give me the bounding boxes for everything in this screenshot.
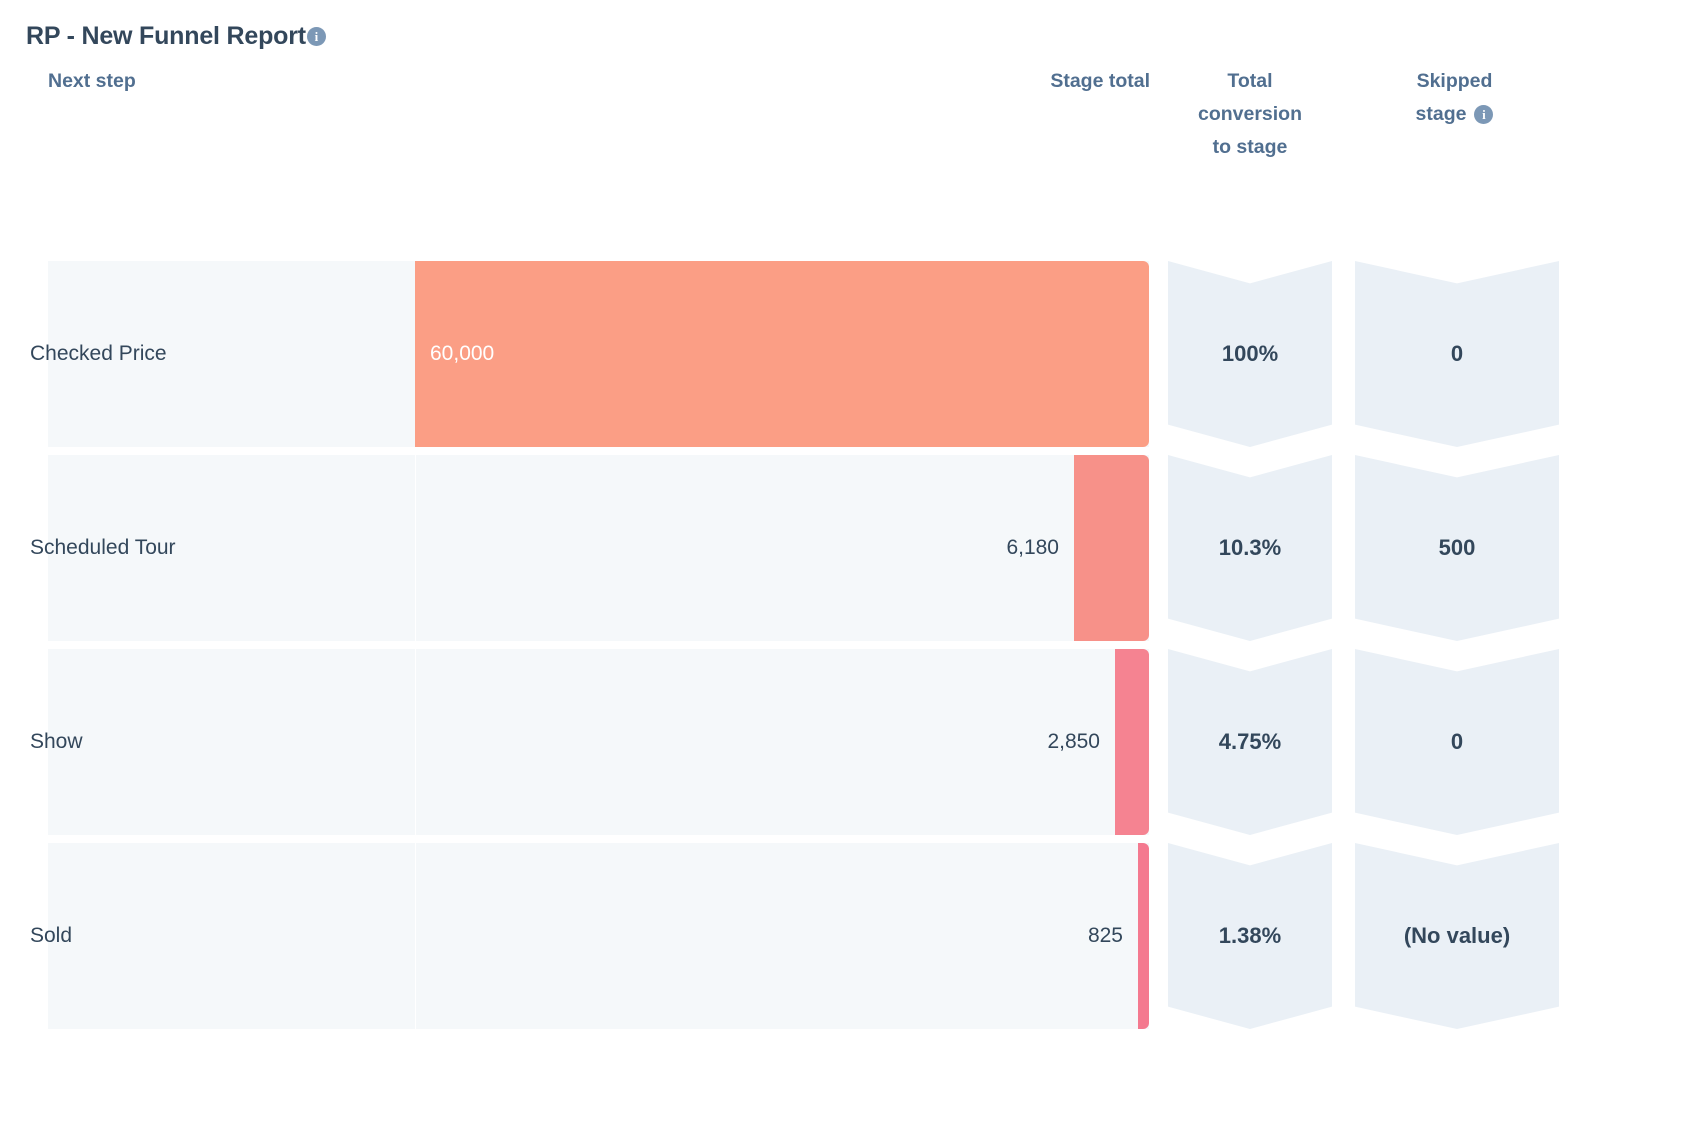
column-header-skipped-stage-line-2-wrap: stage i	[1416, 98, 1494, 131]
column-header-total-conversion-line-3: to stage	[1212, 136, 1288, 158]
total-conversion-cell[interactable]: 4.75%	[1168, 649, 1332, 835]
table-row[interactable]: Scheduled Tour 6,180 10.3% 500	[0, 455, 1684, 641]
stage-total-value: 2,850	[1047, 730, 1100, 753]
report-title-text: RP - New Funnel Report	[26, 22, 306, 50]
row-divider	[415, 455, 416, 641]
row-divider	[415, 843, 416, 1029]
column-header-total-conversion-line-2: conversion	[1197, 103, 1303, 125]
stage-label: Checked Price	[30, 342, 167, 365]
row-divider	[415, 649, 416, 835]
funnel-bar[interactable]	[1074, 455, 1149, 641]
stage-label: Scheduled Tour	[30, 536, 176, 559]
stage-label: Sold	[30, 924, 73, 947]
column-headers: Next step Stage total Total conversion t…	[0, 62, 1684, 182]
column-header-skipped-stage-line-1: Skipped	[1416, 70, 1493, 92]
column-header-next-step: Next step	[48, 70, 136, 92]
column-header-skipped-stage: Skipped stage i	[1352, 65, 1557, 131]
stage-total-value: 6,180	[1006, 536, 1059, 559]
funnel-report: RP - New Funnel Report i Next step Stage…	[0, 0, 1684, 1130]
table-row[interactable]: Checked Price 60,000 100% 0	[0, 261, 1684, 447]
stage-total-value: 825	[1087, 924, 1123, 947]
column-header-stage-total: Stage total	[1050, 70, 1150, 92]
skipped-stage-cell[interactable]: 0	[1355, 261, 1559, 447]
skipped-stage-cell[interactable]: (No value)	[1355, 843, 1559, 1029]
total-conversion-cell[interactable]: 1.38%	[1168, 843, 1332, 1029]
info-icon[interactable]: i	[306, 27, 326, 46]
funnel-bar[interactable]	[1138, 843, 1149, 1029]
stage-label: Show	[30, 730, 83, 753]
info-icon[interactable]: i	[1474, 105, 1494, 124]
funnel-rows: Checked Price 60,000 100% 0 Scheduled To…	[0, 261, 1684, 1037]
column-header-total-conversion: Total conversion to stage	[1165, 65, 1335, 164]
column-header-skipped-stage-line-2: stage	[1415, 103, 1467, 125]
skipped-stage-cell[interactable]: 0	[1355, 649, 1559, 835]
skipped-stage-cell[interactable]: 500	[1355, 455, 1559, 641]
total-conversion-cell[interactable]: 10.3%	[1168, 455, 1332, 641]
funnel-bar[interactable]	[1115, 649, 1149, 835]
column-header-total-conversion-line-1: Total	[1227, 70, 1273, 92]
total-conversion-cell[interactable]: 100%	[1168, 261, 1332, 447]
page-title: RP - New Funnel Report i	[26, 22, 326, 51]
table-row[interactable]: Sold 825 1.38% (No value)	[0, 843, 1684, 1029]
table-row[interactable]: Show 2,850 4.75% 0	[0, 649, 1684, 835]
stage-total-value: 60,000	[430, 342, 495, 365]
